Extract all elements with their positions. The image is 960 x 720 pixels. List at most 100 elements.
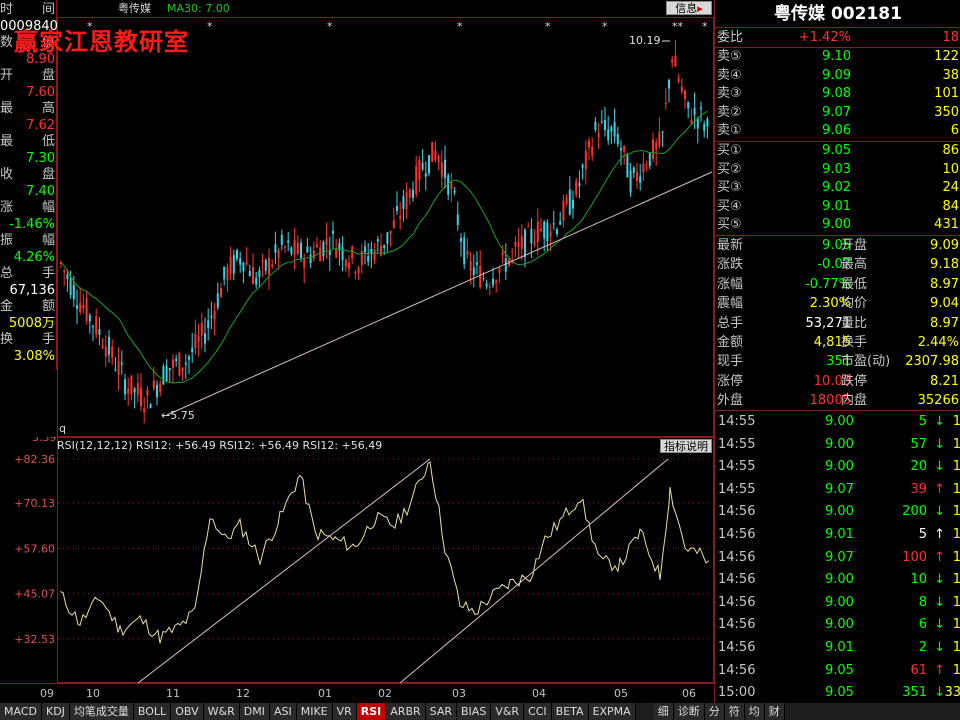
tab-[interactable]: 均笔成交量	[69, 703, 134, 720]
candle-body	[373, 249, 376, 261]
tab-rsi[interactable]: RSI	[356, 703, 387, 720]
quote-stat-value: 2.44%	[917, 335, 959, 350]
rsi-line	[59, 461, 710, 644]
candle-body	[232, 255, 235, 274]
tab-macd[interactable]: MACD	[0, 703, 42, 720]
candle-body	[293, 239, 296, 256]
tab-[interactable]: 诊断	[673, 703, 705, 720]
quote-stat-value: 9.18	[930, 257, 959, 273]
candle-body	[261, 260, 264, 262]
tick-price: 9.00	[825, 572, 854, 588]
left-info-value: 5008万	[8, 315, 55, 331]
candle-body	[287, 240, 290, 243]
high-price-label: 10.19	[629, 34, 661, 47]
left-info-label-char: 金	[0, 299, 14, 314]
candle-body	[120, 362, 123, 365]
tick-volume: 20	[910, 459, 927, 475]
date-axis-label: 02	[378, 687, 392, 700]
candle-body	[655, 142, 658, 150]
tab-bias[interactable]: BIAS	[457, 703, 492, 720]
tab-vr[interactable]: VR	[332, 703, 357, 720]
buy-level-label: 买④	[717, 198, 742, 214]
quote-stat-label: 换手	[841, 335, 868, 350]
candle-body	[88, 315, 91, 322]
candle-body	[114, 368, 117, 370]
candle-body	[568, 189, 571, 215]
tick-volume: 57	[910, 436, 927, 452]
left-info-label: 换手	[0, 332, 57, 348]
tick-volume: 10	[910, 572, 927, 588]
tab-[interactable]: 符	[724, 703, 745, 720]
candle-body	[476, 262, 478, 265]
buy-level-volume: 24	[942, 180, 959, 196]
left-info-value: -1.46%	[9, 216, 55, 232]
arrow-down-icon: ↓	[934, 459, 945, 475]
buy-level-volume: 10	[942, 161, 959, 177]
left-info-label: 振幅	[0, 233, 57, 249]
left-info-label: 收盘	[0, 167, 57, 183]
quote-stat-label: 均价	[841, 296, 868, 312]
candle-body	[584, 150, 587, 170]
candle-body	[152, 380, 155, 389]
watermark: 赢家江恩教研室	[14, 27, 189, 56]
tab-cci[interactable]: CCI	[524, 703, 552, 720]
quote-stat-value: 8.21	[930, 373, 959, 389]
tab-kdj[interactable]: KDJ	[41, 703, 70, 720]
tick-price: 9.00	[825, 459, 854, 475]
tab-arbr[interactable]: ARBR	[386, 703, 426, 720]
tab-wr[interactable]: W&R	[203, 703, 240, 720]
tab-[interactable]: 细	[653, 703, 674, 720]
candle-body	[226, 266, 229, 281]
tab-[interactable]: 均	[744, 703, 765, 720]
tick-price: 9.00	[825, 504, 854, 520]
left-info-label-char: 数	[0, 35, 14, 50]
tick-volume: 8	[918, 594, 927, 610]
candle-body	[117, 360, 120, 375]
quote-stat-label: 内盘	[841, 393, 868, 409]
tab-beta[interactable]: BETA	[551, 703, 589, 720]
quote-stat-label: 跌停	[841, 373, 868, 389]
candle-body	[146, 389, 149, 396]
candle-body	[629, 170, 632, 193]
tab-vr[interactable]: V&R	[491, 703, 525, 720]
arrow-down-icon: ↑	[934, 527, 945, 542]
candle-body	[453, 190, 456, 193]
tab-mike[interactable]: MIKE	[296, 703, 333, 720]
tab-obv[interactable]: OBV	[171, 703, 204, 720]
candle-body	[322, 241, 325, 257]
candle-body	[684, 90, 686, 100]
date-axis-label: 01	[318, 687, 332, 700]
weibi-label: 委比	[717, 30, 744, 45]
left-info-label-char: 换	[0, 332, 14, 347]
event-marker: *	[207, 20, 213, 33]
tick-time: 14:56	[718, 617, 756, 633]
tab-expma[interactable]: EXPMA	[588, 703, 636, 720]
left-info-label-char: 幅	[41, 233, 55, 248]
candle-body	[661, 131, 664, 133]
candle-body	[543, 222, 546, 239]
tick-price: 9.01	[825, 527, 854, 542]
tick-extra: 33	[944, 685, 960, 701]
candle-body	[581, 164, 584, 168]
left-info-label-char: 时	[0, 2, 14, 17]
tick-row: 14:56 9.00 10 ↓ 1	[715, 569, 960, 591]
tab-sar[interactable]: SAR	[425, 703, 457, 720]
tab-asi[interactable]: ASI	[269, 703, 297, 720]
event-marker: *	[545, 20, 551, 33]
candle-body	[482, 277, 485, 279]
quote-stat-label: 量比	[841, 315, 868, 331]
quote-stat-row: 外盘 18005 内盘 35266	[715, 391, 960, 410]
buy-level-price: 9.01	[822, 198, 851, 214]
candle-body	[511, 251, 514, 253]
candle-body	[460, 237, 462, 242]
tab-[interactable]: 分	[704, 703, 725, 720]
tab-boll[interactable]: BOLL	[133, 703, 172, 720]
buy-level-volume: 431	[934, 217, 959, 233]
tab-dmi[interactable]: DMI	[239, 703, 270, 720]
left-info-label-char: 手	[41, 332, 55, 347]
sell-level-row: 卖③ 9.08 101	[715, 85, 960, 103]
tab-[interactable]: 财	[764, 703, 785, 720]
left-info-label-char: 高	[41, 101, 55, 116]
quote-stat-label: 最低	[841, 276, 868, 292]
sell-level-volume: 122	[934, 49, 959, 64]
